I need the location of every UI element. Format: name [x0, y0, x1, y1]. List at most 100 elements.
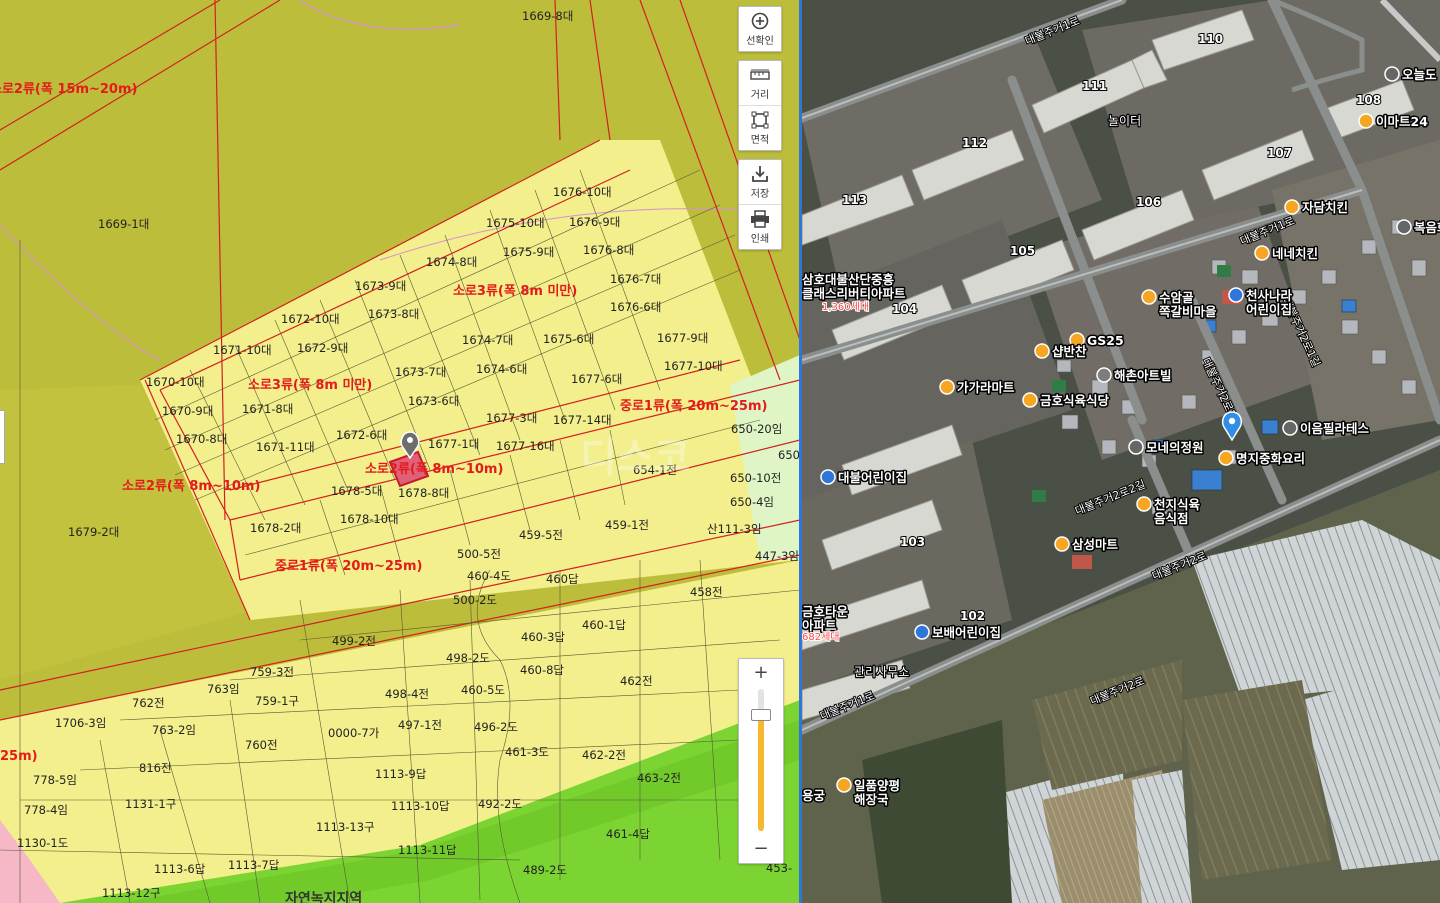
poi-shop-icon[interactable] — [939, 379, 955, 395]
parcel-label: 1674-6대 — [476, 362, 527, 376]
building-number: 105 — [1010, 244, 1035, 258]
poi-person-icon[interactable] — [1128, 439, 1144, 455]
panel-collapse-tab[interactable] — [0, 410, 5, 464]
poi-label[interactable]: 삼성마트 — [1071, 536, 1121, 554]
poi-person-icon[interactable] — [1384, 66, 1400, 82]
parcel-label: 1678-5대 — [331, 484, 382, 498]
parcel-label: 1676-6대 — [610, 300, 661, 314]
poi-food-icon[interactable] — [1254, 245, 1270, 261]
parcel-label: 459-1전 — [605, 518, 649, 532]
poi-label[interactable]: 이음필라테스 — [1299, 420, 1372, 438]
satellite-map[interactable]: 대불주거1로 대불주거1로 대불주거2로 대불주거2로 대불주거2로2길 대불주거2로3길… — [802, 0, 1440, 903]
parcel-label: 1113-10답 — [391, 799, 450, 813]
road-label: 25m) — [0, 749, 38, 764]
poi-label[interactable]: 이마트24 — [1375, 113, 1430, 131]
distance-button[interactable]: 거리 — [739, 61, 781, 106]
zoom-in-button[interactable]: + — [739, 661, 783, 685]
parcel-label: 1676-10대 — [553, 185, 612, 199]
poi-food-icon[interactable] — [1022, 392, 1038, 408]
poi-label[interactable]: 대불어린이집 — [837, 469, 909, 487]
poi-label[interactable]: 샵반찬 — [1051, 343, 1089, 361]
poi-shop-icon[interactable] — [1054, 536, 1070, 552]
print-button[interactable]: 인쇄 — [739, 205, 781, 249]
poi-label[interactable]: 삼호대불산단중흥 클래스리버티아파트 — [802, 271, 908, 303]
poi-church-icon[interactable] — [1396, 219, 1412, 235]
poi-label[interactable]: 네네치킨 — [1271, 245, 1320, 263]
parcel-label: 1673-9대 — [355, 279, 406, 293]
parcel-label: 1675-9대 — [503, 245, 554, 259]
poi-label[interactable]: 자담치킨 — [1301, 199, 1350, 217]
road-label: 소로3류(폭 8m 미만) — [453, 283, 577, 299]
parcel-label: 499-2전 — [332, 634, 376, 648]
download-icon — [749, 165, 771, 183]
poi-food-icon[interactable] — [1136, 496, 1152, 512]
poi-label[interactable]: 오늘도 — [1401, 66, 1439, 84]
building-number: 111 — [1082, 79, 1107, 93]
poi-label[interactable]: 가가라마트 — [956, 379, 1017, 397]
poi-kid-icon[interactable] — [914, 624, 930, 640]
parcel-label: 1675-6대 — [543, 332, 594, 346]
parcel-label: 497-1전 — [398, 718, 442, 732]
zoom-out-button[interactable]: − — [739, 837, 783, 861]
zoom-slider-thumb[interactable] — [751, 708, 771, 721]
poi-apt-icon[interactable] — [1096, 367, 1112, 383]
parcel-label: 1678-8대 — [398, 486, 449, 500]
parcel-label: 500-2도 — [453, 593, 497, 607]
parcel-label: 778-4임 — [24, 803, 68, 817]
parcel-label: 1678-10대 — [340, 512, 399, 526]
parcel-label: 1671-11대 — [256, 440, 315, 454]
poi-label[interactable]: 해촌아트빌 — [1113, 367, 1174, 385]
parcel-label: 0000-7가 — [328, 726, 380, 740]
poi-food-icon[interactable] — [1218, 450, 1234, 466]
poi-label[interactable]: 금호식육식당 — [1039, 392, 1112, 410]
building-number: 110 — [1198, 32, 1223, 46]
save-button[interactable]: 저장 — [739, 160, 781, 205]
parcel-label: 460-4도 — [467, 569, 511, 583]
parcel-label: 1673-8대 — [368, 307, 419, 321]
parcel-label: 1672-9대 — [297, 341, 348, 355]
map-toolbar: 선확인 거리 면적 저장 인쇄 — [738, 6, 782, 258]
poi-label[interactable]: 천사나라 어린이집 — [1245, 287, 1295, 319]
parcel-label: 1113-7답 — [228, 858, 280, 872]
poi-food-icon[interactable] — [836, 777, 852, 793]
parcel-label: 1113-6답 — [154, 862, 206, 876]
parcel-label: 762전 — [132, 696, 165, 710]
parcel-label: 462전 — [620, 674, 653, 688]
parcel-label: 461-3도 — [505, 745, 549, 759]
select-button[interactable]: 선확인 — [739, 7, 781, 51]
building-number: 113 — [842, 193, 867, 207]
poi-shop-icon[interactable] — [1034, 343, 1050, 359]
parcel-label: 759-1구 — [255, 694, 299, 708]
parcel-label: 1677-16대 — [496, 439, 555, 453]
zoom-slider-track[interactable] — [751, 689, 771, 831]
parcel-label: 463-2전 — [637, 771, 681, 785]
parcel-label: 1670-8대 — [176, 432, 227, 446]
ruler-icon — [749, 66, 771, 84]
area-button[interactable]: 면적 — [739, 106, 781, 150]
cadastral-map[interactable]: 1669-8대 1669-1대 1679-2대 1676-10대 1676-9대 1675… — [0, 0, 800, 903]
poi-food-icon[interactable] — [1284, 199, 1300, 215]
poi-person-icon[interactable] — [1282, 420, 1298, 436]
poi-kid-icon[interactable] — [820, 469, 836, 485]
poi-label[interactable]: GS25 — [1086, 332, 1126, 350]
poi-kid-icon[interactable] — [1228, 287, 1244, 303]
parcel-label: 1670-10대 — [146, 375, 205, 389]
parcel-label: 489-2도 — [523, 863, 567, 877]
road-label: 중로1류(폭 20m~25m) — [275, 559, 422, 574]
poi-label[interactable]: 명지중화요리 — [1235, 450, 1307, 468]
parcel-label: 1677-14대 — [553, 413, 612, 427]
poi-label[interactable]: 복음화교회 — [1413, 219, 1440, 237]
parcel-label: 498-2도 — [446, 651, 490, 665]
parcel-label: 1677-1대 — [428, 437, 479, 451]
poi-food-icon[interactable] — [1141, 289, 1157, 305]
building-number: 108 — [1356, 93, 1381, 107]
parcel-label: 1675-10대 — [486, 216, 545, 230]
parcel-label: 460답 — [546, 572, 579, 586]
poi-label[interactable]: 모네의정원 — [1145, 439, 1206, 457]
poi-label[interactable]: 보배어린이집 — [931, 624, 1003, 642]
parcel-label: 1669-8대 — [522, 9, 573, 23]
parcel-label: 1674-7대 — [462, 333, 513, 347]
poi-label[interactable]: 용궁 — [802, 787, 827, 805]
area-icon — [749, 111, 771, 129]
poi-shop-icon[interactable] — [1358, 113, 1374, 129]
